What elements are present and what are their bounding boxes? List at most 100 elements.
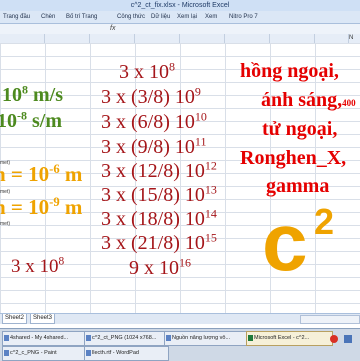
excel-icon	[248, 335, 253, 341]
spectrum-xray: Ronghen_X,	[240, 147, 347, 169]
center-value-exp: 14	[204, 206, 217, 221]
center-value-3: 3 x (9/8) 1011	[101, 134, 207, 159]
c-squared-symbol: c	[262, 202, 308, 284]
c-squared-exponent: 2	[314, 201, 335, 242]
taskbar-item[interactable]: c^2_ct_PNG (1024 x768...	[84, 331, 169, 346]
micro-unit: m	[59, 162, 83, 186]
tab-review[interactable]: Xem lại	[177, 11, 197, 23]
tray-icon[interactable]	[330, 335, 338, 343]
window-title-bar: c^2_ct_fix.xlsx - Microsoft Excel	[0, 0, 360, 11]
column-header[interactable]	[225, 34, 270, 43]
micro-scale: n = 10-6 m	[0, 162, 82, 187]
sheet-tab-bar: Sheet2 Sheet3	[0, 313, 360, 324]
spectrum-visible-label: ánh sáng,	[261, 89, 343, 111]
app-icon	[86, 335, 91, 341]
inverse-speed-unit: 10-8 s/m	[0, 108, 62, 133]
tab-insert[interactable]: Chèn	[41, 11, 55, 23]
center-value-base: 3 x (21/8) 10	[101, 232, 205, 254]
speed-unit: m/s	[28, 84, 63, 106]
taskbar-item[interactable]: 4shared - My 4shared...	[2, 331, 89, 346]
sheet-tab[interactable]: Sheet2	[2, 314, 28, 324]
column-header[interactable]	[90, 34, 135, 43]
column-header-n[interactable]: N	[349, 34, 353, 43]
window-title: c^2_ct_fix.xlsx - Microsoft Excel	[130, 2, 230, 9]
column-header[interactable]	[45, 34, 90, 43]
sheet-tab[interactable]: Sheet3	[30, 314, 56, 324]
horizontal-scrollbar[interactable]	[300, 315, 360, 324]
center-value-exp: 10	[194, 109, 207, 124]
center-value-8: 9 x 1016	[129, 256, 191, 280]
column-header[interactable]	[270, 34, 315, 43]
micro-exp: -6	[49, 162, 60, 176]
app-icon	[4, 335, 9, 341]
taskbar-item[interactable]: c^2_c_PNG - Paint	[2, 346, 89, 361]
nano-unit: m	[59, 195, 83, 219]
tab-formulas[interactable]: Công thức	[117, 11, 145, 23]
center-value-base: 3 x (12/8) 10	[101, 160, 205, 182]
tab-data[interactable]: Dữ liệu	[151, 11, 170, 23]
nano-scale: n = 10-9 m	[0, 195, 82, 220]
taskbar-item-active[interactable]: Microsoft Excel - c^2...	[246, 331, 333, 346]
speed-value-base: 3 x 10	[11, 256, 59, 277]
c-symbol: c	[262, 197, 308, 288]
tab-nitro[interactable]: Nitro Pro 7	[229, 11, 258, 23]
speed-base: 10	[2, 84, 22, 106]
taskbar-item-label: Nguồn năng lượng vô...	[172, 335, 231, 341]
tray-icon[interactable]	[344, 335, 352, 343]
center-value-base: 3 x (15/8) 10	[101, 184, 205, 206]
taskbar-item-label: Microsoft Excel - c^2...	[254, 335, 310, 341]
app-icon	[166, 335, 171, 341]
taskbar-item[interactable]: llecth.rtf - WordPad	[84, 346, 169, 361]
center-value-0: 3 x 108	[119, 59, 175, 84]
column-header[interactable]	[0, 34, 45, 43]
center-value-5: 3 x (15/8) 1013	[101, 182, 217, 207]
center-value-base: 3 x (18/8) 10	[101, 208, 205, 230]
taskbar-item[interactable]: Nguồn năng lượng vô...	[164, 331, 251, 346]
nano-exp: -9	[49, 195, 60, 209]
center-value-exp: 13	[204, 182, 217, 197]
speed-of-light-unit: 108 m/s	[2, 83, 63, 107]
center-value-base: 3 x (3/8) 10	[101, 86, 195, 108]
center-value-1: 3 x (3/8) 109	[101, 84, 201, 109]
spectrum-visible: ánh sáng,400	[261, 89, 356, 112]
taskbar-item-label: llecth.rtf - WordPad	[92, 350, 139, 356]
app-icon	[4, 350, 9, 356]
center-value-base: 9 x 10	[129, 257, 179, 279]
speed-value-exp: 8	[58, 255, 65, 268]
center-value-7: 3 x (21/8) 1015	[101, 230, 217, 255]
tab-page-layout[interactable]: Bố trí Trang	[66, 11, 97, 23]
inverse-speed-exp: -8	[17, 108, 27, 123]
center-value-exp: 9	[194, 84, 201, 99]
app-icon	[86, 350, 91, 356]
taskbar-item-label: 4shared - My 4shared...	[10, 335, 69, 341]
spectrum-infrared: hồng ngoại,	[240, 60, 339, 82]
inverse-speed-base: 10	[0, 110, 17, 132]
spectrum-ultraviolet: tử ngoại,	[262, 118, 338, 140]
taskbar-item-label: c^2_c_PNG - Paint	[10, 350, 57, 356]
center-value-2: 3 x (6/8) 1010	[101, 109, 207, 134]
center-value-4: 3 x (12/8) 1012	[101, 158, 217, 183]
center-value-base: 3 x 10	[119, 61, 169, 83]
column-header[interactable]	[180, 34, 225, 43]
column-header[interactable]	[315, 34, 349, 43]
center-value-exp: 15	[204, 230, 217, 245]
speed-value-left: 3 x 108	[11, 256, 64, 278]
center-value-6: 3 x (18/8) 1014	[101, 206, 217, 231]
tab-view[interactable]: Xem	[205, 11, 217, 23]
inverse-speed-unit-label: s/m	[27, 110, 62, 132]
meter-label: met)	[0, 221, 10, 227]
taskbar: 4shared - My 4shared... c^2_ct_PNG (1024…	[0, 328, 360, 361]
spectrum-visible-suffix: 400	[342, 98, 356, 108]
center-value-exp: 8	[169, 59, 175, 74]
center-value-exp: 12	[204, 158, 217, 173]
fx-icon: fx	[110, 25, 116, 32]
spectrum-gamma: gamma	[266, 175, 330, 197]
center-value-exp: 11	[194, 134, 207, 149]
ribbon-tabs: Trang đầu Chèn Bố trí Trang Công thức Dữ…	[0, 11, 360, 24]
micro-base: n = 10	[0, 162, 50, 186]
nano-base: n = 10	[0, 195, 50, 219]
center-value-base: 3 x (6/8) 10	[101, 111, 195, 133]
taskbar-item-label: c^2_ct_PNG (1024 x768...	[92, 335, 157, 341]
tab-home[interactable]: Trang đầu	[3, 11, 30, 23]
column-header[interactable]	[135, 34, 180, 43]
